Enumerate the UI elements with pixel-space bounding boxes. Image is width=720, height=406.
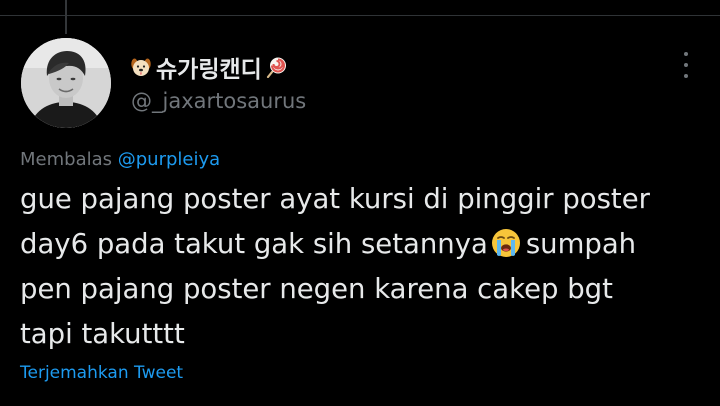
lollipop-icon xyxy=(266,57,286,78)
reply-context: Membalas @purpleiya xyxy=(20,149,220,170)
avatar[interactable] xyxy=(21,38,111,128)
translate-tweet-link[interactable]: Terjemahkan Tweet xyxy=(20,363,183,383)
more-options-icon[interactable] xyxy=(676,52,696,78)
tweet-text-segment: day6 pada takut gak sih setannya xyxy=(20,228,488,260)
more-dot xyxy=(684,74,688,78)
avatar-photo xyxy=(21,38,111,128)
tweet-text-line: pen pajang poster negen karena cakep bgt xyxy=(20,273,613,305)
dog-face-icon xyxy=(131,58,151,76)
more-dot xyxy=(684,52,688,56)
tweet-text-segment: sumpah xyxy=(525,228,637,260)
more-dot xyxy=(684,63,688,67)
tweet-text-line: day6 pada takut gak sih setannya sumpah xyxy=(20,222,710,267)
reply-prefix: Membalas xyxy=(20,149,113,170)
tweet-text-line: tapi takutttt xyxy=(20,318,185,350)
author-handle[interactable]: @_jaxartosaurus xyxy=(131,89,306,113)
author-display-name[interactable]: 슈가링캔디 xyxy=(156,50,262,84)
reply-mention-link[interactable]: @purpleiya xyxy=(118,149,220,170)
thread-connector-line xyxy=(65,0,67,34)
loudly-crying-face-icon xyxy=(491,229,520,257)
tweet-text: gue pajang poster ayat kursi di pinggir … xyxy=(20,177,710,357)
tweet-text-line: gue pajang poster ayat kursi di pinggir … xyxy=(20,183,650,215)
author-name-row[interactable]: 슈가링캔디 xyxy=(130,50,288,84)
top-divider xyxy=(0,15,720,16)
